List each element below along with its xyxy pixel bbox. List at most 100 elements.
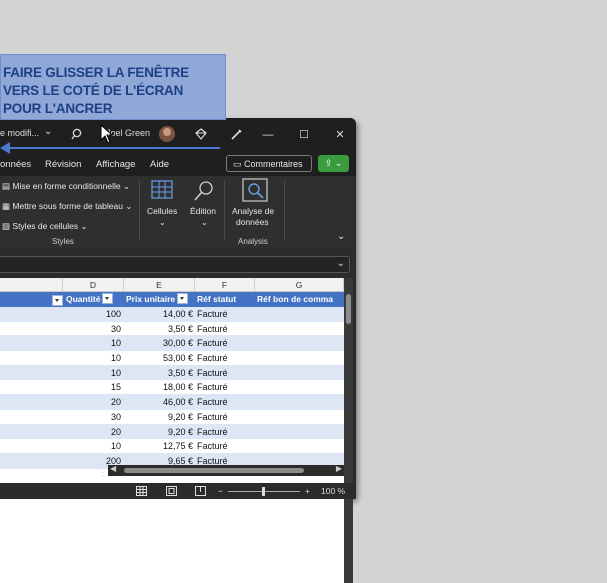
- more-options-icon[interactable]: ⋮: [98, 467, 107, 478]
- chevron-down-icon[interactable]: ⌄: [44, 126, 52, 137]
- filter-dropdown-icon[interactable]: [102, 293, 114, 305]
- close-button[interactable]: ✕: [328, 124, 352, 146]
- analysis-group-label: Analysis: [238, 237, 268, 246]
- column-header-e[interactable]: E: [124, 278, 195, 292]
- vertical-scroll-thumb[interactable]: [346, 294, 351, 324]
- edition-button[interactable]: Édition ⌄: [188, 180, 222, 240]
- data-analysis-button[interactable]: Analyse de données: [230, 178, 280, 236]
- cells-button[interactable]: Cellules ⌄: [145, 180, 181, 240]
- filter-dropdown-icon[interactable]: [177, 293, 189, 305]
- pen-icon[interactable]: [230, 128, 243, 141]
- cell-prix-unitaire[interactable]: 14,00 €: [124, 307, 193, 321]
- document-status[interactable]: e modifi...: [0, 128, 39, 138]
- page-break-icon[interactable]: [195, 486, 206, 496]
- cell-ref-statut[interactable]: Facturé: [197, 307, 228, 321]
- header-prix-unitaire[interactable]: Prix unitaire: [126, 292, 196, 307]
- header-ref-statut[interactable]: Réf statut: [197, 292, 255, 307]
- horizontal-scrollbar[interactable]: ◀ ▶: [108, 464, 344, 476]
- share-button[interactable]: ⇪ ⌄: [318, 155, 349, 172]
- filter-dropdown-icon[interactable]: [52, 295, 63, 306]
- table-row[interactable]: 15 18,00 € Facturé: [0, 380, 344, 396]
- cell-prix-unitaire[interactable]: 30,00 €: [124, 336, 193, 350]
- cell-prix-unitaire[interactable]: 9,20 €: [124, 410, 193, 424]
- table-row[interactable]: 10 53,00 € Facturé: [0, 351, 344, 366]
- zoom-slider[interactable]: [228, 487, 300, 496]
- tab-donnees[interactable]: onnées: [0, 159, 31, 170]
- cell-prix-unitaire[interactable]: 46,00 €: [124, 395, 193, 409]
- diamond-icon[interactable]: [195, 128, 207, 140]
- ribbon-collapse-icon[interactable]: ⌄: [337, 231, 345, 242]
- data-analysis-icon: [242, 178, 268, 202]
- conditional-format-button[interactable]: ▤ Mise en forme conditionnelle ⌄: [2, 181, 130, 192]
- cell-quantite[interactable]: 30: [63, 410, 121, 424]
- tab-aide[interactable]: Aide: [150, 159, 169, 170]
- cell-quantite[interactable]: 10: [63, 366, 121, 380]
- cell-quantite[interactable]: 10: [63, 439, 121, 453]
- minimize-button[interactable]: —: [256, 124, 280, 146]
- cell-prix-unitaire[interactable]: 18,00 €: [124, 380, 193, 394]
- cell-quantite[interactable]: 15: [63, 380, 121, 394]
- page-layout-icon[interactable]: [166, 486, 177, 496]
- table-body: 100 14,00 € Facturé 30 3,50 € Facturé 10 30,00 …: [0, 307, 344, 469]
- table-row[interactable]: 10 12,75 € Facturé: [0, 439, 344, 454]
- zoom-in-button[interactable]: +: [305, 486, 310, 496]
- cell-styles-button[interactable]: ▧ Styles de cellules ⌄: [2, 221, 88, 232]
- column-header-f[interactable]: F: [195, 278, 255, 292]
- cell-ref-statut[interactable]: Facturé: [197, 366, 228, 380]
- cell-prix-unitaire[interactable]: 3,50 €: [124, 366, 193, 380]
- table-row[interactable]: 10 3,50 € Facturé: [0, 365, 344, 381]
- table-row[interactable]: 30 3,50 € Facturé: [0, 321, 344, 337]
- zoom-slider-thumb[interactable]: [262, 487, 265, 496]
- chevron-down-icon[interactable]: ⌄: [337, 258, 345, 269]
- cell-ref-statut[interactable]: Facturé: [197, 322, 228, 336]
- horizontal-scroll-thumb[interactable]: [124, 468, 304, 473]
- cell-ref-statut[interactable]: Facturé: [197, 439, 228, 453]
- table-row[interactable]: 10 30,00 € Facturé: [0, 336, 344, 352]
- formula-bar[interactable]: ⌄: [0, 256, 350, 273]
- cell-ref-statut[interactable]: Facturé: [197, 351, 228, 365]
- table-row[interactable]: 20 9,20 € Facturé: [0, 424, 344, 440]
- header-ref-bon-commande[interactable]: Réf bon de comma: [257, 292, 344, 307]
- table-row[interactable]: 30 9,20 € Facturé: [0, 409, 344, 425]
- cell-quantite[interactable]: 10: [63, 336, 121, 350]
- scroll-right-icon[interactable]: ▶: [336, 464, 342, 473]
- cell-quantite[interactable]: 20: [63, 425, 121, 439]
- comments-button[interactable]: ▭ Commentaires: [226, 155, 312, 172]
- tab-affichage[interactable]: Affichage: [96, 159, 135, 170]
- zoom-level[interactable]: 100 %: [321, 486, 345, 496]
- worksheet-grid[interactable]: D E F G Quantité Prix unitaire Réf statu…: [0, 278, 344, 583]
- ribbon-divider: [284, 180, 285, 240]
- cell-ref-statut[interactable]: Facturé: [197, 410, 228, 424]
- ribbon-divider: [139, 180, 140, 240]
- cell-ref-statut[interactable]: Facturé: [197, 425, 228, 439]
- vertical-scrollbar[interactable]: [344, 278, 353, 583]
- column-header-d[interactable]: D: [63, 278, 124, 292]
- column-header-c[interactable]: [0, 278, 63, 292]
- tab-revision[interactable]: Révision: [45, 159, 81, 170]
- scroll-left-icon[interactable]: ◀: [110, 464, 116, 473]
- search-icon[interactable]: [71, 128, 83, 140]
- table-row[interactable]: 100 14,00 € Facturé: [0, 307, 344, 322]
- cell-ref-statut[interactable]: Facturé: [197, 395, 228, 409]
- normal-view-icon[interactable]: [136, 486, 147, 496]
- cell-quantite[interactable]: 20: [63, 395, 121, 409]
- cells-label: Cellules: [147, 206, 178, 216]
- zoom-out-button[interactable]: −: [218, 486, 223, 496]
- cell-ref-statut[interactable]: Facturé: [197, 336, 228, 350]
- cell-quantite[interactable]: 10: [63, 351, 121, 365]
- cell-quantite[interactable]: 30: [63, 322, 121, 336]
- cell-prix-unitaire[interactable]: 53,00 €: [124, 351, 193, 365]
- edition-label: Édition: [190, 206, 216, 216]
- instruction-line-3: POUR L'ANCRER: [3, 101, 113, 116]
- column-header-g[interactable]: G: [255, 278, 344, 292]
- format-as-table-button[interactable]: ▦ Mettre sous forme de tableau ⌄: [2, 201, 132, 212]
- header-quantite[interactable]: Quantité: [66, 292, 124, 307]
- table-row[interactable]: 20 46,00 € Facturé: [0, 395, 344, 410]
- cell-prix-unitaire[interactable]: 3,50 €: [124, 322, 193, 336]
- cell-quantite[interactable]: 100: [63, 307, 121, 321]
- cell-prix-unitaire[interactable]: 12,75 €: [124, 439, 193, 453]
- cell-prix-unitaire[interactable]: 9,20 €: [124, 425, 193, 439]
- maximize-button[interactable]: ☐: [292, 124, 316, 146]
- cell-ref-statut[interactable]: Facturé: [197, 380, 228, 394]
- avatar[interactable]: [159, 126, 175, 142]
